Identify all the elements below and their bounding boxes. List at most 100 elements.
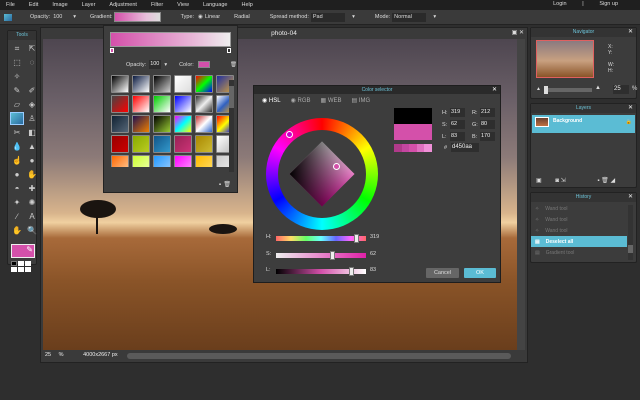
color-picker-tool-icon[interactable]: ∕ xyxy=(11,211,23,222)
tab-web[interactable]: ▦ WEB xyxy=(321,97,342,104)
zoom-input[interactable]: 25 xyxy=(45,352,51,358)
l-input[interactable]: 83 xyxy=(450,132,465,141)
eraser-tool-icon[interactable]: ▱ xyxy=(11,99,23,110)
shade-swatch[interactable] xyxy=(416,144,425,152)
history-item[interactable]: ✧ Wand tool xyxy=(531,225,627,236)
layer-item[interactable]: Background 🔒 xyxy=(532,115,635,133)
color-stop-left[interactable] xyxy=(110,48,114,53)
gradient-preset-swatch[interactable] xyxy=(153,115,171,133)
primary-color-swatch[interactable]: ✎ xyxy=(11,244,35,258)
gradient-preset-swatch[interactable] xyxy=(153,75,171,93)
dodge-tool-icon[interactable]: ● xyxy=(11,169,23,180)
color-stop-right[interactable] xyxy=(227,48,231,53)
shade-swatch[interactable] xyxy=(394,144,402,152)
lightness-slider[interactable] xyxy=(276,267,366,276)
s-input[interactable]: 62 xyxy=(450,120,465,129)
gradient-preset-swatch[interactable] xyxy=(195,95,213,113)
sponge-tool-icon[interactable]: ● xyxy=(26,155,38,166)
gradient-preset-swatch[interactable] xyxy=(111,95,129,113)
gradient-preset-swatch[interactable] xyxy=(132,115,150,133)
history-scrollbar[interactable] xyxy=(628,205,633,260)
burn-tool-icon[interactable]: ✋ xyxy=(26,169,38,180)
gradient-preset-swatch[interactable] xyxy=(111,155,129,167)
shade-swatch[interactable] xyxy=(424,144,432,152)
close-icon[interactable]: ✕ xyxy=(628,104,633,113)
color-swatch[interactable] xyxy=(197,61,211,68)
move-tool-icon[interactable]: ⇱ xyxy=(26,43,38,54)
hue-slider[interactable] xyxy=(276,234,366,243)
gradient-preset-swatch[interactable] xyxy=(132,155,150,167)
vertical-scrollbar[interactable] xyxy=(517,39,525,350)
horizontal-scrollbar[interactable] xyxy=(127,353,511,359)
gradient-preset-swatch[interactable] xyxy=(174,135,192,153)
mode-select[interactable]: Normal xyxy=(392,12,436,22)
menu-image[interactable]: Image xyxy=(52,2,67,8)
tab-hsl[interactable]: ◉ HSL xyxy=(262,97,281,104)
signup-link[interactable]: Sign up xyxy=(599,1,618,7)
navigator-thumbnail[interactable] xyxy=(536,40,594,78)
history-item[interactable]: ▤ Gradient tool xyxy=(531,247,627,258)
trash-icon[interactable]: 🗑 xyxy=(230,62,237,68)
delete-preset-icon[interactable]: 🗑 xyxy=(223,181,231,188)
wand-tool-icon[interactable]: ✧ xyxy=(11,71,23,82)
red-eye-tool-icon[interactable]: ◓ xyxy=(11,183,23,194)
drawing-tool-icon[interactable]: ◧ xyxy=(26,127,38,138)
gradient-preset-swatch[interactable] xyxy=(132,135,150,153)
menu-help[interactable]: Help xyxy=(241,2,252,8)
zoom-in-icon[interactable]: ▲ xyxy=(595,85,601,91)
hue-ring[interactable] xyxy=(266,118,378,230)
gradient-preset-swatch[interactable] xyxy=(174,115,192,133)
linear-label[interactable]: Linear xyxy=(205,14,220,20)
r-input[interactable]: 212 xyxy=(480,108,495,117)
gradient-preset-swatch[interactable] xyxy=(111,75,129,93)
swatch-presets[interactable] xyxy=(11,261,33,272)
gradient-preset-swatch[interactable] xyxy=(153,155,171,167)
close-icon[interactable]: ✕ xyxy=(492,86,497,93)
brush-tool-icon[interactable]: ✐ xyxy=(26,85,38,96)
shade-swatch[interactable] xyxy=(401,144,410,152)
close-icon[interactable]: ✕ xyxy=(628,193,633,202)
stamp-tool-icon[interactable]: ♙ xyxy=(26,113,38,124)
sharpen-tool-icon[interactable]: ▲ xyxy=(26,141,38,152)
menu-layer[interactable]: Layer xyxy=(82,2,96,8)
pinch-tool-icon[interactable]: ✺ xyxy=(26,197,38,208)
saturation-slider[interactable] xyxy=(276,251,366,260)
eyedropper-icon[interactable]: ✎ xyxy=(26,245,33,254)
h-input[interactable]: 319 xyxy=(450,108,465,117)
hand-tool-icon[interactable]: ✋ xyxy=(11,225,23,236)
smudge-tool-icon[interactable]: ☝ xyxy=(11,155,23,166)
close-icon[interactable]: ✕ xyxy=(628,28,633,37)
hex-input[interactable]: d450aa xyxy=(451,143,479,152)
gradient-preview[interactable] xyxy=(113,12,161,22)
history-item[interactable]: ✧ Wand tool xyxy=(531,203,627,214)
g-input[interactable]: 80 xyxy=(480,120,495,129)
cancel-button[interactable]: Cancel xyxy=(426,268,459,278)
chevron-down-icon[interactable]: ▾ xyxy=(73,14,76,20)
navigator-zoom-input[interactable]: 25 xyxy=(613,85,629,94)
gradient-preset-swatch[interactable] xyxy=(195,75,213,93)
gradient-preset-swatch[interactable] xyxy=(153,95,171,113)
slider-knob[interactable] xyxy=(329,251,335,260)
opacity-input[interactable]: 100 xyxy=(149,60,162,69)
tab-rgb[interactable]: ◉ RGB xyxy=(291,97,311,104)
window-controls-icon[interactable]: ▣ ✕ xyxy=(512,29,524,36)
radial-option[interactable]: Radial xyxy=(234,14,250,20)
marquee-tool-icon[interactable]: ⬚ xyxy=(11,57,23,68)
gradient-preset-swatch[interactable] xyxy=(174,155,192,167)
menu-view[interactable]: View xyxy=(177,2,189,8)
spot-heal-tool-icon[interactable]: ✚ xyxy=(26,183,38,194)
pencil-tool-icon[interactable]: ✎ xyxy=(11,85,23,96)
lock-icon[interactable]: 🔒 xyxy=(626,119,632,125)
zoom-tool-icon[interactable]: 🔍 xyxy=(26,225,38,236)
gradient-preset-swatch[interactable] xyxy=(111,115,129,133)
sl-handle[interactable] xyxy=(333,163,340,170)
new-preset-icon[interactable]: ▪ xyxy=(219,182,221,188)
radio-linear[interactable]: ◉ xyxy=(198,14,203,20)
history-item[interactable]: ▤ Deselect all xyxy=(531,236,627,247)
shade-swatch[interactable] xyxy=(409,144,417,152)
menu-edit[interactable]: Edit xyxy=(29,2,38,8)
spread-select[interactable]: Pad xyxy=(310,12,355,22)
gradient-preset-swatch[interactable] xyxy=(132,95,150,113)
type-tool-icon[interactable]: A xyxy=(26,211,38,222)
gradient-preset-swatch[interactable] xyxy=(132,75,150,93)
